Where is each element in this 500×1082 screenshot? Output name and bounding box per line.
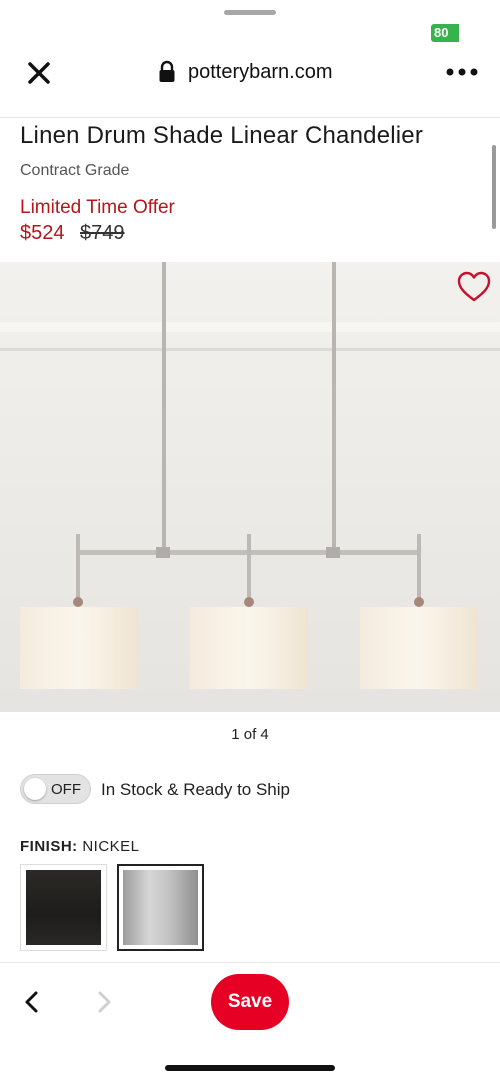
close-icon[interactable]	[24, 58, 54, 88]
finish-value: NICKEL	[82, 838, 140, 855]
sheet-grabber[interactable]	[224, 10, 276, 15]
original-price: $749	[80, 222, 125, 244]
url-label[interactable]: potterybarn.com	[188, 60, 333, 84]
image-pager: 1 of 4	[231, 726, 269, 743]
offer-label: Limited Time Offer	[20, 197, 175, 218]
home-indicator	[165, 1065, 335, 1071]
forward-icon[interactable]	[92, 990, 116, 1014]
page-scrollbar[interactable]	[492, 145, 496, 229]
toggle-knob	[24, 778, 46, 800]
product-subtitle: Contract Grade	[20, 162, 130, 179]
ship-toggle[interactable]: OFF	[20, 774, 91, 804]
sale-price: $524	[20, 222, 65, 244]
browser-header: 80 potterybarn.com	[0, 0, 500, 118]
swatch-bronze[interactable]	[20, 864, 107, 951]
finish-key: FINISH:	[20, 838, 78, 855]
stock-label: In Stock & Ready to Ship	[101, 780, 290, 799]
more-icon[interactable]	[444, 62, 480, 82]
toggle-state-label: OFF	[51, 781, 81, 798]
swatch-bronze-fill	[26, 870, 101, 945]
product-title: Linen Drum Shade Linear Chandelier	[20, 122, 424, 149]
save-button[interactable]: Save	[211, 974, 289, 1030]
swatch-nickel-fill	[123, 870, 198, 945]
lock-icon	[159, 60, 175, 82]
back-icon[interactable]	[20, 990, 44, 1014]
battery-indicator: 80	[431, 24, 459, 42]
product-image[interactable]	[0, 262, 500, 712]
swatch-nickel[interactable]	[117, 864, 204, 951]
heart-icon[interactable]	[457, 271, 491, 303]
chandelier-illustration	[0, 262, 500, 712]
finish-label: FINISH: NICKEL	[20, 838, 140, 855]
